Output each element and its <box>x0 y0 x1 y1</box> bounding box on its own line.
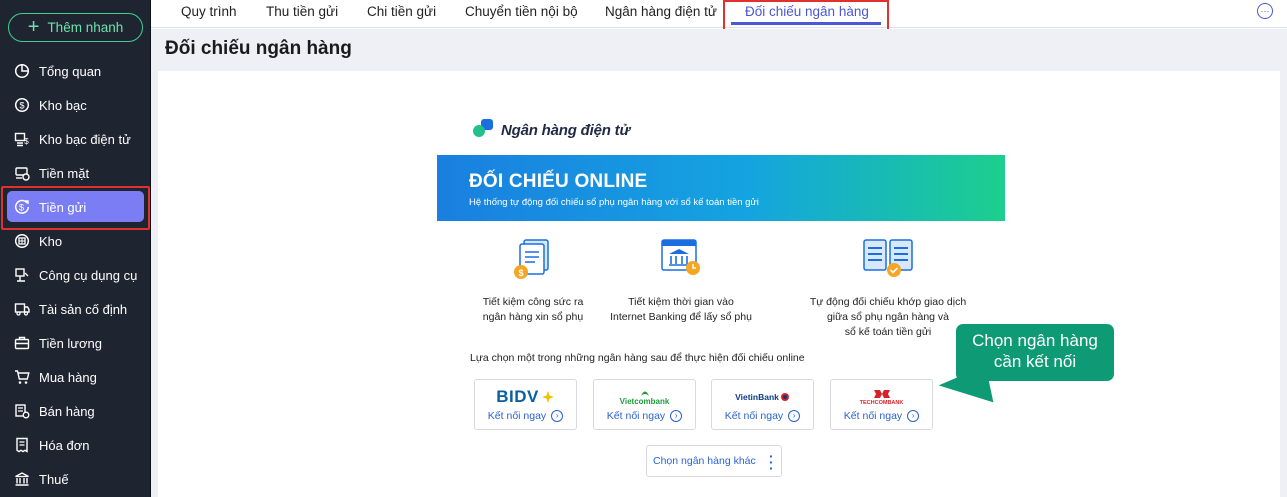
page-title: Đối chiếu ngân hàng <box>165 38 352 59</box>
svg-text:$: $ <box>518 268 523 278</box>
tab-ngan-hang-dien-tu[interactable]: Ngân hàng điện tử <box>605 4 717 19</box>
internet-banking-icon <box>581 235 781 283</box>
vietinbank-logo: VietinBank <box>712 386 813 408</box>
sidebar-item-label: Hóa đơn <box>39 437 90 453</box>
callout-bubble: Chọn ngân hàng cần kết nối <box>956 324 1114 381</box>
sidebar-item-label: Kho bạc điện tử <box>39 131 131 147</box>
sidebar-item-thue[interactable]: Thuế <box>0 462 151 496</box>
sidebar-item-tien-mat[interactable]: Tiền mặt <box>0 156 151 190</box>
pie-chart-icon <box>14 63 30 79</box>
bank-building-icon <box>14 471 30 487</box>
truck-icon <box>14 301 30 317</box>
banner-title: ĐỐI CHIẾU ONLINE <box>469 171 648 192</box>
connect-now-link[interactable]: Kết nối ngay › <box>475 410 576 422</box>
chevron-right-icon: › <box>551 410 564 422</box>
tools-icon <box>14 267 30 283</box>
brand-header: Ngân hàng điện tử <box>472 117 630 144</box>
sidebar-item-label: Công cụ dụng cụ <box>39 267 138 283</box>
svg-text:$: $ <box>19 101 24 111</box>
sidebar-item-label: Thuế <box>39 471 69 487</box>
deposit-icon: $ <box>14 199 30 215</box>
bank-card-bidv[interactable]: BIDV Kết nối ngay › <box>474 379 577 430</box>
bank-card-vietinbank[interactable]: VietinBank Kết nối ngay › <box>711 379 814 430</box>
more-options-icon[interactable]: ··· <box>1257 3 1273 19</box>
feature-save-time: Tiết kiệm thời gian vào Internet Banking… <box>581 235 781 325</box>
techcombank-logo: TECHCOMBANK <box>831 386 932 408</box>
connect-now-link[interactable]: Kết nối ngay › <box>831 410 932 422</box>
sidebar-item-tien-gui[interactable]: $ Tiền gửi <box>0 190 151 224</box>
brand-title: Ngân hàng điện tử <box>501 122 630 139</box>
sidebar-item-label: Tổng quan <box>39 63 102 79</box>
quick-add-label: Thêm nhanh <box>47 20 124 35</box>
plus-icon: + <box>27 15 40 38</box>
sidebar-item-label: Tiền lương <box>39 335 102 351</box>
chevron-right-icon: › <box>670 410 683 422</box>
sidebar-item-tong-quan[interactable]: Tổng quan <box>0 54 151 88</box>
connect-now-link[interactable]: Kết nối ngay › <box>712 410 813 422</box>
banner-subtitle: Hệ thống tự động đối chiếu sổ phụ ngân h… <box>469 197 759 208</box>
auto-match-icon <box>788 235 988 283</box>
sidebar-item-label: Tiền mặt <box>39 165 90 181</box>
active-tab-underline <box>731 22 881 25</box>
tab-bar: Quy trình Thu tiền gửi Chi tiền gửi Chuy… <box>151 0 1287 28</box>
sidebar-item-label: Kho <box>39 233 63 249</box>
svg-text:$: $ <box>19 203 24 213</box>
tab-doi-chieu-ngan-hang[interactable]: Đối chiếu ngân hàng <box>745 4 869 19</box>
e-banking-logo-icon <box>472 117 496 144</box>
sidebar-item-ban-hang[interactable]: Bán hàng <box>0 394 151 428</box>
chevron-right-icon: › <box>788 410 801 422</box>
dollar-coin-icon: $ <box>14 97 30 113</box>
main-content: Đối chiếu ngân hàng Ngân hàng điện tử ĐỐ… <box>151 29 1287 497</box>
sidebar-item-kho[interactable]: Kho <box>0 224 151 258</box>
sales-icon <box>14 403 30 419</box>
choose-bank-instruction: Lựa chọn một trong những ngân hàng sau đ… <box>470 352 805 364</box>
sidebar-item-mua-hang[interactable]: Mua hàng <box>0 360 151 394</box>
tab-thu-tien-gui[interactable]: Thu tiền gửi <box>266 4 338 19</box>
sidebar-item-kho-bac[interactable]: $ Kho bạc <box>0 88 151 122</box>
feature-auto-match: Tự động đối chiếu khớp giao dịch giữa sổ… <box>788 235 988 340</box>
bidv-logo: BIDV <box>475 386 576 408</box>
connect-now-link[interactable]: Kết nối ngay › <box>594 410 695 422</box>
chevron-right-icon: › <box>907 410 920 422</box>
feature-text: Tiết kiệm thời gian vào Internet Banking… <box>610 296 752 323</box>
kebab-menu-icon: · · · <box>769 448 774 476</box>
warehouse-icon <box>14 233 30 249</box>
sidebar-item-hoa-don[interactable]: Hóa đơn <box>0 428 151 462</box>
sidebar-item-cong-cu-dung-cu[interactable]: Công cụ dụng cụ <box>0 258 151 292</box>
svg-text:$: $ <box>24 137 29 146</box>
tab-chi-tien-gui[interactable]: Chi tiền gửi <box>367 4 436 19</box>
bank-card-techcombank[interactable]: TECHCOMBANK Kết nối ngay › <box>830 379 933 430</box>
sidebar-item-label: Tài sản cố định <box>39 301 128 317</box>
sidebar-item-tien-luong[interactable]: Tiền lương <box>0 326 151 360</box>
sidebar-item-tai-san-co-dinh[interactable]: Tài sản cố định <box>0 292 151 326</box>
choose-other-bank-button[interactable]: Chọn ngân hàng khác · · · <box>646 445 782 477</box>
sidebar: + Thêm nhanh Tổng quan $ Kho bạc $ Kho b… <box>0 0 151 497</box>
invoice-icon <box>14 437 30 453</box>
sidebar-item-label: Bán hàng <box>39 403 95 419</box>
sidebar-item-label: Kho bạc <box>39 97 87 113</box>
cart-icon <box>14 369 30 385</box>
online-reconcile-banner: ĐỐI CHIẾU ONLINE Hệ thống tự động đối ch… <box>437 155 1005 221</box>
sidebar-item-label: Tiền gửi <box>39 199 87 215</box>
sidebar-item-kho-bac-dien-tu[interactable]: $ Kho bạc điện tử <box>0 122 151 156</box>
tab-chuyen-tien-noi-bo[interactable]: Chuyển tiền nội bộ <box>465 4 578 19</box>
tab-quy-trinh[interactable]: Quy trình <box>181 4 237 19</box>
e-treasury-icon: $ <box>14 131 30 147</box>
quick-add-button[interactable]: + Thêm nhanh <box>8 13 143 42</box>
vietcombank-logo: Vietcombank <box>594 386 695 408</box>
sidebar-item-label: Mua hàng <box>39 369 97 385</box>
briefcase-icon <box>14 335 30 351</box>
reconciliation-panel: Ngân hàng điện tử ĐỐI CHIẾU ONLINE Hệ th… <box>158 71 1280 497</box>
cash-icon <box>14 165 30 181</box>
bank-card-vietcombank[interactable]: Vietcombank Kết nối ngay › <box>593 379 696 430</box>
